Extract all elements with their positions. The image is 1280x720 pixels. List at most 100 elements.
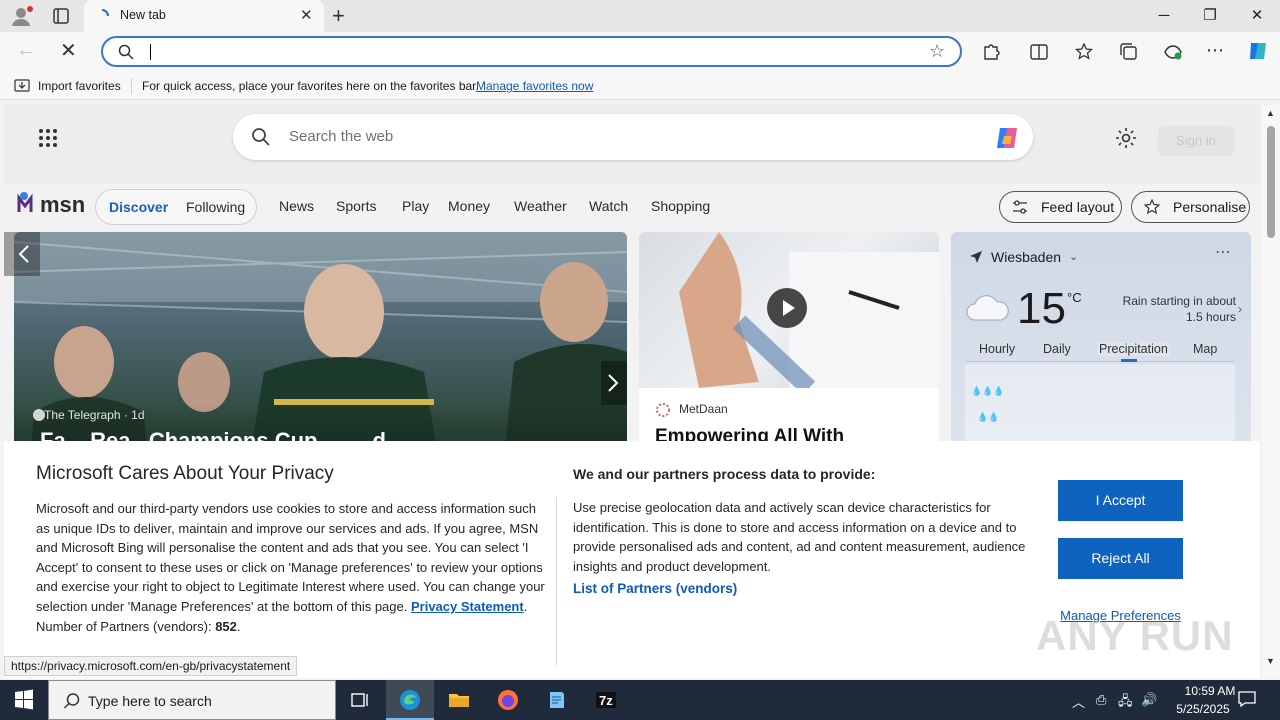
extensions-icon[interactable] [980, 41, 1002, 63]
sign-in-button[interactable]: Sign in [1158, 126, 1234, 156]
browser-essentials-icon[interactable] [1162, 41, 1184, 63]
consent-body-text: Microsoft and our third-party vendors us… [36, 501, 545, 614]
partners-list-link[interactable]: List of Partners (vendors) [573, 581, 737, 596]
collections-icon[interactable] [1118, 41, 1140, 63]
scroll-down-arrow-icon[interactable]: ▼ [1266, 656, 1275, 666]
accept-button[interactable]: I Accept [1058, 480, 1183, 521]
split-screen-icon[interactable] [1028, 41, 1050, 63]
taskbar-search-box[interactable]: Type here to search [48, 680, 336, 720]
tab-new-tab[interactable]: New tab ✕ [84, 0, 324, 32]
navigation-bar: ← ✕ ☆ ⋯ [0, 32, 1280, 72]
scroll-up-arrow-icon[interactable]: ▲ [1266, 108, 1275, 118]
taskbar-search-input[interactable]: Type here to search [88, 693, 212, 709]
nav-news[interactable]: News [279, 198, 314, 214]
close-window-button[interactable]: ✕ [1234, 4, 1280, 28]
firefox-icon [496, 688, 520, 712]
nav-watch[interactable]: Watch [589, 198, 628, 214]
tab-title: New tab [120, 8, 166, 22]
more-options-icon[interactable]: ⋯ [1215, 242, 1231, 262]
tray-chevron-up-icon[interactable]: ︿ [1072, 692, 1085, 711]
back-button[interactable]: ← [16, 39, 36, 62]
profile-avatar-icon[interactable] [10, 5, 34, 27]
chevron-down-icon[interactable]: ⌄ [1069, 250, 1078, 263]
task-view-icon [348, 688, 372, 712]
favorites-icon[interactable] [1073, 41, 1095, 63]
restore-button[interactable]: ❐ [1187, 4, 1233, 28]
purpose-title: We and our partners process data to prov… [573, 466, 876, 482]
stop-loading-button[interactable]: ✕ [60, 38, 77, 63]
import-favorites-button[interactable]: Import favorites [38, 79, 121, 93]
search-icon [63, 692, 81, 710]
temperature-unit[interactable]: °C [1067, 290, 1082, 305]
consent-title: Microsoft Cares About Your Privacy [36, 463, 334, 484]
divider [131, 78, 132, 94]
video-source: MetDaan [679, 402, 728, 416]
weather-temperature: 15 [1017, 284, 1066, 333]
import-favorites-icon[interactable] [14, 78, 30, 93]
tab-actions-icon[interactable] [52, 7, 70, 25]
msn-logo-text: msn [40, 192, 86, 217]
copilot-icon[interactable] [1246, 39, 1270, 63]
vertical-scrollbar[interactable]: ▲ ▼ [1262, 104, 1280, 678]
favorites-bar: Import favorites For quick access, place… [0, 72, 1280, 100]
nav-money[interactable]: Money [448, 198, 490, 214]
minimize-button[interactable]: ─ [1141, 4, 1187, 28]
nav-shopping[interactable]: Shopping [651, 198, 710, 214]
page-settings-gear-icon[interactable] [1114, 126, 1138, 150]
web-search-box[interactable]: Search the web [233, 114, 1033, 160]
weather-tab-hourly[interactable]: Hourly [979, 342, 1015, 356]
settings-more-icon[interactable]: ⋯ [1206, 40, 1224, 61]
weather-tab-precipitation[interactable]: Precipitation [1097, 342, 1170, 356]
personalise-star-icon [1143, 198, 1161, 218]
weather-location[interactable]: Wiesbaden [991, 249, 1061, 265]
divider [556, 497, 557, 665]
nav-sports[interactable]: Sports [336, 198, 376, 214]
taskbar-file-explorer[interactable] [435, 680, 483, 720]
weather-tab-daily[interactable]: Daily [1043, 342, 1071, 356]
taskbar-firefox[interactable] [484, 680, 532, 720]
privacy-statement-link[interactable]: Privacy Statement [411, 599, 524, 614]
address-bar[interactable]: ☆ [101, 36, 962, 67]
notifications-icon[interactable] [1236, 688, 1258, 710]
scrollbar-thumb[interactable] [1267, 126, 1275, 238]
taskbar-edge[interactable] [386, 680, 434, 720]
play-icon[interactable] [767, 288, 807, 328]
text-caret [150, 44, 151, 60]
copilot-search-icon[interactable] [993, 124, 1021, 152]
add-favorite-star-icon[interactable]: ☆ [929, 41, 945, 62]
folder-icon [447, 688, 471, 712]
reject-all-button[interactable]: Reject All [1058, 538, 1183, 579]
manage-favorites-link[interactable]: Manage favorites now [476, 79, 593, 93]
start-button[interactable] [0, 680, 48, 720]
volume-icon[interactable]: 🔊 [1141, 692, 1157, 708]
tab-following[interactable]: Following [186, 199, 245, 215]
taskbar-notepad[interactable] [533, 680, 581, 720]
metdaan-logo-icon [655, 402, 671, 418]
cloudy-weather-icon [965, 292, 1011, 324]
nav-play[interactable]: Play [402, 198, 429, 214]
web-search-input[interactable]: Search the web [289, 128, 393, 145]
clock-date[interactable]: 5/25/2025 [1163, 702, 1243, 716]
chevron-right-icon[interactable]: › [1238, 302, 1242, 316]
notepad-icon [545, 688, 569, 712]
rain-drops-icon: 💧💧 [977, 412, 1000, 422]
weather-tab-map[interactable]: Map [1193, 342, 1217, 356]
close-tab-icon[interactable]: ✕ [300, 6, 313, 24]
taskbar-7zip[interactable]: 7z [582, 680, 630, 720]
carousel-next-button[interactable] [601, 361, 627, 405]
network-icon[interactable]: 🖧 [1118, 692, 1133, 714]
personalise-button[interactable]: Personalise [1131, 191, 1250, 223]
hero-age: 1d [131, 408, 145, 422]
new-tab-button[interactable]: + [332, 3, 345, 29]
apps-grid-icon[interactable] [38, 128, 58, 148]
tab-discover[interactable]: Discover [109, 199, 168, 215]
tray-device-icon[interactable]: ⎙ [1096, 692, 1106, 708]
location-arrow-icon [969, 250, 983, 269]
carousel-prev-button[interactable] [4, 232, 40, 276]
hero-source: The Telegraph · 1d [44, 408, 145, 422]
feed-layout-button[interactable]: Feed layout [999, 191, 1122, 223]
7zip-icon: 7z [594, 688, 618, 712]
task-view-button[interactable] [336, 680, 384, 720]
video-thumbnail[interactable] [639, 232, 939, 395]
nav-weather[interactable]: Weather [514, 198, 567, 214]
